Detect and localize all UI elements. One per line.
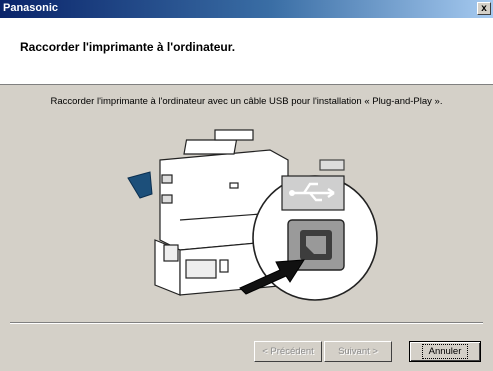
usb-symbol-icon: [281, 175, 345, 211]
close-icon: x: [481, 3, 487, 14]
cancel-button-label: Annuler: [421, 344, 469, 359]
cancel-button[interactable]: Annuler: [409, 341, 481, 362]
button-separator: [10, 322, 483, 324]
printer-illustration: [127, 129, 378, 301]
paper-tray-icon: [127, 171, 153, 199]
instruction-text: Raccorder l'imprimante à l'ordinateur av…: [50, 96, 443, 107]
next-button[interactable]: Suivant >: [324, 341, 392, 362]
window-title: Panasonic: [3, 2, 59, 14]
page-title: Raccorder l'imprimante à l'ordinateur.: [20, 40, 236, 54]
previous-button[interactable]: < Précédent: [254, 341, 322, 362]
title-bar[interactable]: Panasonic x: [0, 0, 493, 18]
close-button[interactable]: x: [477, 2, 491, 15]
installer-window: Panasonic x Raccorder l'imprimante à l'o…: [0, 0, 493, 371]
header-panel: Raccorder l'imprimante à l'ordinateur.: [0, 18, 493, 85]
